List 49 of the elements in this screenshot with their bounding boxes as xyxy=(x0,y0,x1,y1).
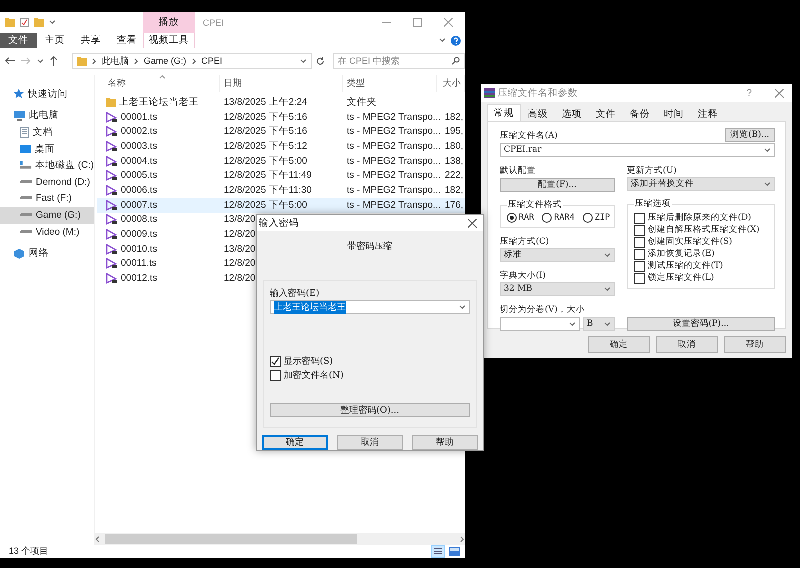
type-cell: ts - MPEG2 Transpo... xyxy=(347,112,441,123)
type-cell: ts - MPEG2 Transpo... xyxy=(347,184,441,196)
date-cell: 12/8/20 xyxy=(224,229,256,240)
field-label: 输入密码(E) xyxy=(270,288,321,299)
file-name: 00003.ts xyxy=(121,140,158,152)
date-cell: 13/8/20 xyxy=(224,214,256,226)
date-cell: 12/8/20 xyxy=(224,273,256,284)
type-cell: ts - MPEG2 Transpo... xyxy=(347,200,441,211)
date-cell: 13/8/2025 上午2:24 xyxy=(224,96,308,109)
date-cell: 13/8/20 xyxy=(224,244,256,255)
type-cell: ts - MPEG2 Transpo... xyxy=(347,170,441,182)
file-name: 00007.ts xyxy=(121,200,158,211)
file-name: 00012.ts xyxy=(121,273,158,284)
file-name: 上老王论坛当老王 xyxy=(119,96,199,109)
group-title: 压缩文件格式 xyxy=(507,199,563,211)
date-cell: 12/8/2025 下午11:49 xyxy=(224,169,312,182)
date-cell: 12/8/2025 下午5:16 xyxy=(224,125,308,138)
type-cell: ts - MPEG2 Transpo... xyxy=(347,140,441,152)
group-title: 压缩选项 xyxy=(634,198,672,210)
dialog-title: 输入密码 xyxy=(259,216,299,230)
date-cell: 12/8/2025 下午5:12 xyxy=(224,140,308,153)
field-label: 压缩文件名(A) xyxy=(500,130,558,142)
file-name: 00006.ts xyxy=(121,184,158,196)
file-name: 00001.ts xyxy=(121,112,158,123)
date-cell: 12/8/2025 下午5:00 xyxy=(224,154,308,168)
field-label: 更新方式(U) xyxy=(627,165,678,177)
field-label: 字典大小(I) xyxy=(500,270,547,282)
dialog-subtitle: 带密码压缩 xyxy=(346,240,394,252)
file-name: 00011.ts xyxy=(121,258,157,270)
status-text: 13 个项目 xyxy=(9,545,49,558)
file-name: 00009.ts xyxy=(121,229,158,240)
file-name: 00002.ts xyxy=(121,126,158,138)
type-cell: 文件夹 xyxy=(347,96,377,109)
field-label: 压缩方式(C) xyxy=(500,236,550,248)
type-cell: ts - MPEG2 Transpo... xyxy=(347,126,441,138)
date-cell: 12/8/2025 下午5:16 xyxy=(224,110,308,124)
file-name: 00004.ts xyxy=(121,156,158,167)
window-title: CPEI xyxy=(203,18,224,28)
context-tab-group: 播放 xyxy=(143,12,195,33)
field-label: 切分为分卷(V)，大小 xyxy=(500,304,586,316)
file-name: 00010.ts xyxy=(121,244,158,255)
type-cell: ts - MPEG2 Transpo... xyxy=(347,156,441,167)
file-name: 00005.ts xyxy=(121,170,158,182)
dialog-title: 压缩文件名和参数 xyxy=(498,86,578,100)
field-label: 默认配置 xyxy=(500,165,537,177)
date-cell: 12/8/20 xyxy=(224,258,256,270)
file-name: 00008.ts xyxy=(121,214,158,226)
date-cell: 12/8/2025 下午11:30 xyxy=(224,184,312,197)
date-cell: 12/8/2025 下午5:00 xyxy=(224,198,308,212)
